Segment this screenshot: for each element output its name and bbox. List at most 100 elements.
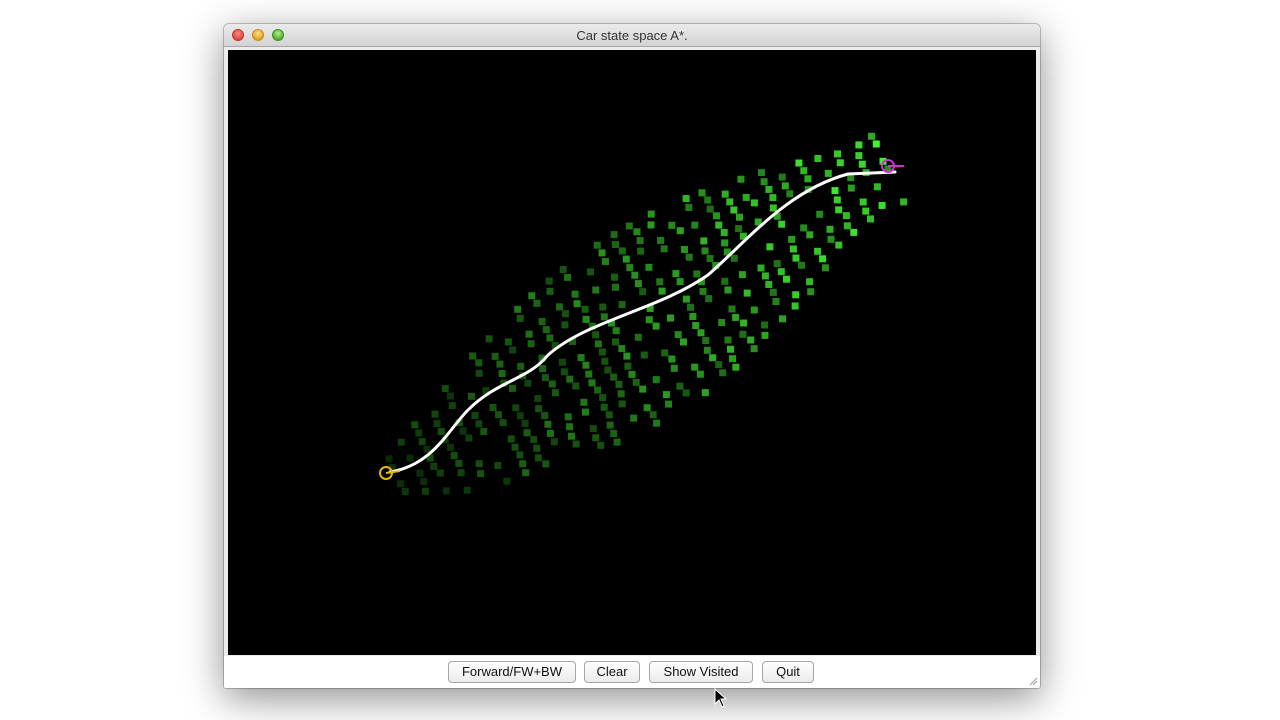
visited-cell [867,215,874,223]
visited-cell [548,380,556,388]
visited-cell [872,140,880,148]
visited-cell [727,345,734,353]
visited-cell [612,338,619,346]
visited-cell [632,378,640,386]
visited-cell [827,235,835,243]
visited-cell [639,288,647,296]
visited-cell [868,132,876,140]
visited-cell [507,435,515,443]
visited-cell [760,178,768,186]
visited-cell [594,386,602,394]
visited-cell [450,452,458,460]
visited-cell [769,288,777,296]
visited-cell [385,455,393,463]
visited-cell [822,264,829,272]
visited-cell [561,321,569,329]
visited-cell [689,313,697,320]
visited-cell [539,365,547,373]
visited-cell [566,375,574,383]
visited-cell [517,362,525,370]
visited-cell [498,370,506,377]
visited-cell [658,287,666,295]
visited-cell [558,358,566,366]
visited-cell [555,303,563,311]
visited-cell [601,357,609,365]
visited-cell [511,443,519,451]
button-bar: Forward/FW+BW Clear Show Visited Quit [224,656,1040,688]
mouse-pointer-icon [714,688,728,708]
visited-cell [730,206,738,214]
visited-cell [761,331,769,339]
visited-cell [468,392,475,400]
visited-cell [701,389,709,397]
visited-cell [670,364,678,372]
visited-cell [618,345,626,353]
visited-cell [726,198,734,206]
visited-cell [418,438,426,446]
visited-cell [485,335,493,343]
visited-cell [862,207,870,215]
visited-cell [421,487,429,495]
visited-cell [566,423,574,431]
show-visited-button[interactable]: Show Visited [649,661,753,683]
visited-cell [581,305,589,313]
visited-cell [740,319,748,327]
forward-fw-bw-button[interactable]: Forward/FW+BW [448,661,576,683]
visited-cell [606,421,614,429]
visited-cell [766,243,774,251]
visited-cell [715,361,723,369]
visited-cell [847,184,855,192]
visited-cell [475,359,483,367]
visited-cell [594,340,602,348]
visited-cell [523,429,531,437]
visited-cell [512,404,520,412]
search-canvas[interactable] [228,50,1036,655]
visited-cell [508,384,516,392]
visited-cell [699,287,707,295]
visited-cell [739,330,747,338]
visited-cell [682,389,690,397]
visited-cell [463,486,471,494]
visited-cell [599,394,607,401]
visited-cell [747,336,755,344]
visited-cell [685,253,693,261]
visited-cell [534,395,542,402]
visited-cell [800,167,808,175]
visited-cell [634,280,642,288]
visited-cell [843,222,851,230]
start-marker[interactable] [379,466,401,480]
visited-cell [582,361,590,369]
visited-cell [696,370,704,378]
visited-cell [656,278,664,286]
visited-cell [706,255,714,262]
visited-cell [873,183,881,191]
quit-button[interactable]: Quit [762,661,814,683]
visited-cell [442,487,450,495]
visited-cell [831,187,839,195]
visited-cell [587,268,594,276]
resize-grip-icon[interactable] [1028,676,1038,686]
visited-cell [660,245,668,253]
visited-cell [633,228,641,236]
visited-cell [777,268,785,276]
visited-cell [480,428,488,435]
visited-cell [615,380,623,388]
visited-cell [676,278,684,286]
visited-cell [618,247,626,255]
visited-cell [701,247,709,255]
visited-cell [765,185,773,193]
visited-cell [475,369,483,377]
visited-cell [593,241,601,249]
clear-button[interactable]: Clear [584,661,640,683]
visited-cell [640,351,648,359]
visited-cell [750,306,758,314]
visited-cell [522,469,530,477]
visited-cell [546,429,554,437]
visited-cell [521,419,529,427]
visited-cell [807,288,815,296]
visited-cell [471,412,479,419]
visited-cell [602,258,609,265]
visited-cell [647,210,655,218]
visited-cell [652,322,660,330]
visited-cell [433,420,441,428]
